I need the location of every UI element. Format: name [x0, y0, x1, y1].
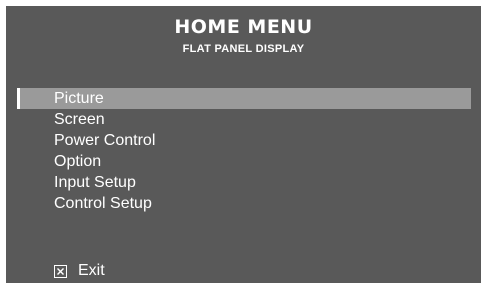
close-box-icon [54, 264, 67, 278]
menu-subtitle: FLAT PANEL DISPLAY [182, 43, 305, 55]
menu-title: HOME MENU [174, 16, 313, 38]
home-menu-panel: HOME MENU FLAT PANEL DISPLAY Picture Scr… [6, 6, 481, 283]
menu-item-input-setup[interactable]: Input Setup [17, 172, 471, 193]
menu-list: Picture Screen Power Control Option Inpu… [17, 88, 471, 214]
exit-button[interactable]: Exit [54, 261, 105, 281]
menu-item-power-control[interactable]: Power Control [17, 130, 471, 151]
menu-item-option[interactable]: Option [17, 151, 471, 172]
menu-item-picture[interactable]: Picture [17, 88, 471, 109]
menu-item-screen[interactable]: Screen [17, 109, 471, 130]
exit-label: Exit [78, 262, 105, 279]
menu-item-control-setup[interactable]: Control Setup [17, 193, 471, 214]
